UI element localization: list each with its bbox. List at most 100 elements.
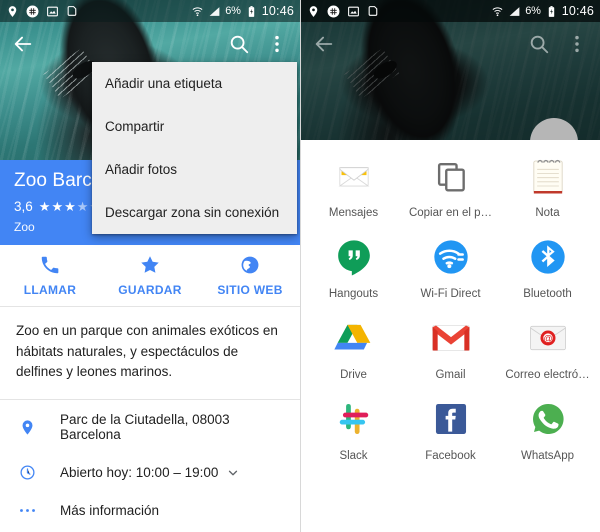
right-panel-share-sheet: 6% 10:46 Mensajes Copiar en el p… Nota H… [300, 0, 600, 532]
share-target-label: Wi-Fi Direct [420, 288, 481, 300]
slack-icon [332, 397, 376, 441]
back-arrow-icon[interactable] [12, 33, 34, 55]
share-target-label: Copiar en el p… [408, 207, 493, 219]
share-target-label: Drive [340, 369, 367, 381]
share-target-slack[interactable]: Slack [305, 397, 402, 462]
battery-percent-label: 6% [225, 5, 241, 17]
share-target-hangouts[interactable]: Hangouts [305, 235, 402, 300]
status-bar-notification-icons [307, 5, 380, 18]
share-target-whatsapp[interactable]: WhatsApp [499, 397, 596, 462]
whatsapp-icon [526, 397, 570, 441]
save-button[interactable]: GUARDAR [100, 254, 200, 297]
wifi-direct-icon [429, 235, 473, 279]
star-icon: ★ [51, 199, 64, 214]
status-bar-clock: 10:46 [261, 4, 294, 18]
menu-item-add-photos[interactable]: Añadir fotos [92, 148, 297, 191]
share-target-label: Bluetooth [523, 288, 572, 300]
share-target-label: Mensajes [328, 207, 379, 219]
share-target-copy-clipboard[interactable]: Copiar en el p… [402, 154, 499, 219]
chevron-down-icon[interactable] [226, 466, 240, 480]
slack-icon [26, 5, 39, 17]
hangouts-icon [332, 235, 376, 279]
facebook-icon [429, 397, 473, 441]
more-info-row[interactable]: Más información [0, 492, 300, 529]
battery-percent-label: 6% [525, 5, 541, 17]
share-target-drive[interactable]: Drive [305, 316, 402, 381]
menu-item-download-offline-area[interactable]: Descargar zona sin conexión [92, 191, 297, 234]
website-button-label: SITIO WEB [217, 283, 283, 297]
wifi-icon [492, 6, 503, 16]
image-icon [47, 6, 58, 16]
status-bar-system-icons: 6% 10:46 [191, 4, 294, 18]
share-target-facebook[interactable]: Facebook [402, 397, 499, 462]
location-pin-icon [16, 419, 38, 436]
search-icon[interactable] [228, 33, 250, 55]
battery-charging-icon [248, 5, 254, 17]
website-button[interactable]: SITIO WEB [200, 254, 300, 297]
more-info-text: Más información [60, 503, 160, 518]
left-panel-place-details: 6% 10:46 Zoo Barcelona 3,6 ★ ★ ★ ★ ★ Zoo… [0, 0, 300, 532]
status-bar-notification-icons [6, 5, 79, 18]
slack-icon [327, 5, 340, 17]
star-icon [141, 256, 159, 273]
app-bar [0, 22, 300, 66]
bluetooth-icon [526, 235, 570, 279]
share-target-bluetooth[interactable]: Bluetooth [499, 235, 596, 300]
share-target-gmail[interactable]: Gmail [402, 316, 499, 381]
app-bar [301, 22, 600, 66]
hours-row[interactable]: Abierto hoy: 10:00 – 19:00 [0, 453, 300, 492]
share-target-label: Gmail [435, 369, 466, 381]
share-target-label: Hangouts [328, 288, 379, 300]
share-target-label: Nota [535, 207, 560, 219]
share-app-grid: Mensajes Copiar en el p… Nota Hangouts W… [305, 154, 596, 462]
copy-icon [429, 154, 473, 198]
place-description: Zoo en un parque con animales exóticos e… [0, 307, 300, 400]
menu-item-share[interactable]: Compartir [92, 105, 297, 148]
messages-icon [332, 154, 376, 198]
gmail-icon [429, 316, 473, 360]
overflow-dropdown-menu: Añadir una etiqueta Compartir Añadir fot… [92, 62, 297, 234]
notes-icon [526, 154, 570, 198]
share-target-label: Correo electró… [505, 369, 590, 381]
globe-icon [241, 256, 259, 274]
image-icon [348, 6, 359, 16]
signal-icon [509, 6, 520, 16]
document-icon [368, 5, 378, 16]
overflow-menu-icon[interactable] [566, 33, 588, 55]
call-button[interactable]: LLAMAR [0, 254, 100, 297]
hours-text: Abierto hoy: 10:00 – 19:00 [60, 465, 240, 480]
action-button-row: LLAMAR GUARDAR SITIO WEB [0, 245, 300, 307]
share-target-nota[interactable]: Nota [499, 154, 596, 219]
location-pin-icon [8, 5, 17, 17]
share-sheet: Mensajes Copiar en el p… Nota Hangouts W… [301, 140, 600, 532]
email-icon: @ [526, 316, 570, 360]
overflow-menu-icon[interactable] [266, 33, 288, 55]
rating-value: 3,6 [14, 199, 33, 214]
hours-label: Abierto hoy: 10:00 – 19:00 [60, 465, 219, 480]
share-target-label: Slack [339, 450, 368, 462]
share-target-wifi-direct[interactable]: Wi-Fi Direct [402, 235, 499, 300]
status-bar-clock: 10:46 [561, 4, 594, 18]
phone-icon [41, 256, 59, 274]
star-icon: ★ [38, 199, 51, 214]
share-target-correo-electronico[interactable]: @ Correo electró… [499, 316, 596, 381]
save-button-label: GUARDAR [118, 283, 182, 297]
svg-text:@: @ [543, 334, 552, 344]
star-half-icon: ★ [76, 199, 89, 214]
address-row[interactable]: Parc de la Ciutadella, 08003 Barcelona [0, 401, 300, 453]
search-icon[interactable] [528, 33, 550, 55]
status-bar-system-icons: 6% 10:46 [491, 4, 594, 18]
back-arrow-icon[interactable] [313, 33, 335, 55]
share-target-mensajes[interactable]: Mensajes [305, 154, 402, 219]
address-text: Parc de la Ciutadella, 08003 Barcelona [60, 412, 230, 442]
document-icon [67, 5, 77, 16]
wifi-icon [192, 6, 203, 16]
clock-icon [16, 464, 38, 481]
star-icon: ★ [64, 199, 76, 214]
menu-item-add-label[interactable]: Añadir una etiqueta [92, 62, 297, 105]
google-drive-icon [332, 316, 376, 360]
status-bar: 6% 10:46 [0, 0, 300, 22]
more-dots-icon [16, 507, 38, 514]
battery-charging-icon [548, 5, 554, 17]
share-target-label: WhatsApp [520, 450, 575, 462]
